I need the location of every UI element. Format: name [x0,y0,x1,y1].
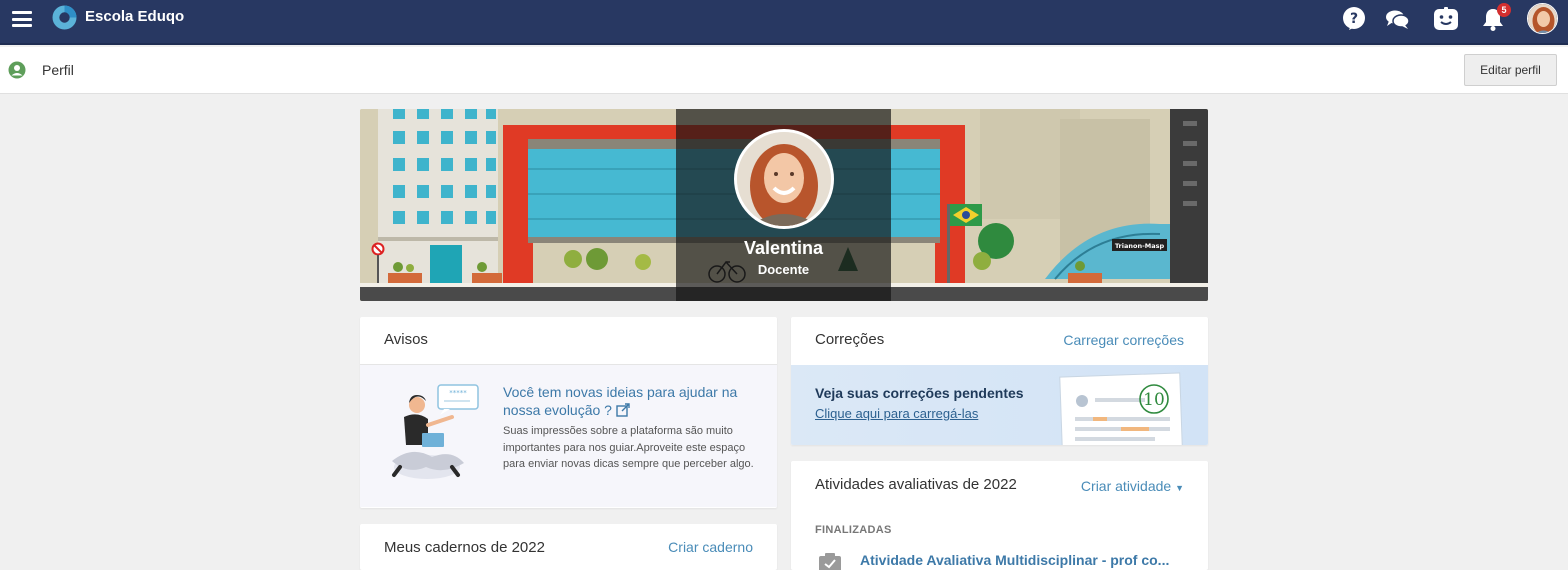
chat-icon[interactable] [1384,6,1410,32]
correcoes-title: Correções [815,331,885,348]
menu-icon[interactable] [12,11,32,27]
profile-icon [8,61,26,79]
profile-avatar [734,129,834,229]
page-subheader: Perfil Editar perfil [0,47,1568,94]
section-finalizadas: FINALIZADAS [815,524,892,536]
grade-value: 10 [1143,390,1165,410]
create-activity-dropdown[interactable]: Criar atividade ▼ [1081,478,1184,494]
mascot-icon[interactable] [1433,6,1459,32]
corrections-banner: Veja suas correções pendentes Clique aqu… [791,365,1208,445]
svg-text:*****: ***** [449,389,467,397]
feedback-illustration: ***** [392,384,479,479]
cadernos-title: Meus cadernos de 2022 [384,539,545,556]
atividades-card: Atividades avaliativas de 2022 Criar ati… [791,461,1208,570]
correcoes-card: Correções Carregar correções Veja suas c… [791,317,1208,445]
create-activity-label: Criar atividade [1080,478,1172,494]
aviso-description: Suas impressões sobre a plataforma são m… [503,425,754,470]
profile-banner: Trianon-Masp Valentina Docente [360,109,1208,301]
external-link-icon [616,403,630,417]
profile-role: Docente [757,262,810,277]
top-navbar: Escola Eduqo ? 5 [0,0,1568,45]
activity-item-link[interactable]: Atividade Avaliativa Multidisciplinar - … [860,552,1169,568]
clipboard-icon [819,553,841,570]
avisos-body: ***** Você tem novas ideias para ajudar … [360,365,777,507]
svg-text:?: ? [1350,11,1358,27]
corrections-heading: Veja suas correções pendentes [815,385,1024,401]
atividades-title: Atividades avaliativas de 2022 [815,476,1017,493]
profile-name: Valentina [743,238,824,258]
help-icon[interactable]: ? [1341,6,1367,32]
caret-down-icon: ▼ [1175,483,1184,493]
aviso-heading-link[interactable]: Você tem novas ideias para ajudar na nos… [503,383,753,419]
edit-profile-button[interactable]: Editar perfil [1464,54,1557,86]
graded-paper-illustration: 10 [1059,372,1184,445]
create-notebook-link[interactable]: Criar caderno [668,539,753,555]
brand-name: Escola Eduqo [85,8,185,25]
load-corrections-cta[interactable]: Clique aqui para carregá-las [815,406,978,421]
avisos-title: Avisos [384,331,428,348]
cadernos-card: Meus cadernos de 2022 Criar caderno [360,524,777,570]
eduqo-logo [52,5,77,30]
page-title: Perfil [42,62,74,78]
avisos-card: Avisos ***** Você tem novas ideias para … [360,317,777,508]
banner-sign: Trianon-Masp [1115,242,1165,250]
notification-badge: 5 [1497,3,1511,17]
load-corrections-link[interactable]: Carregar correções [1063,332,1184,348]
user-avatar[interactable] [1527,3,1558,34]
